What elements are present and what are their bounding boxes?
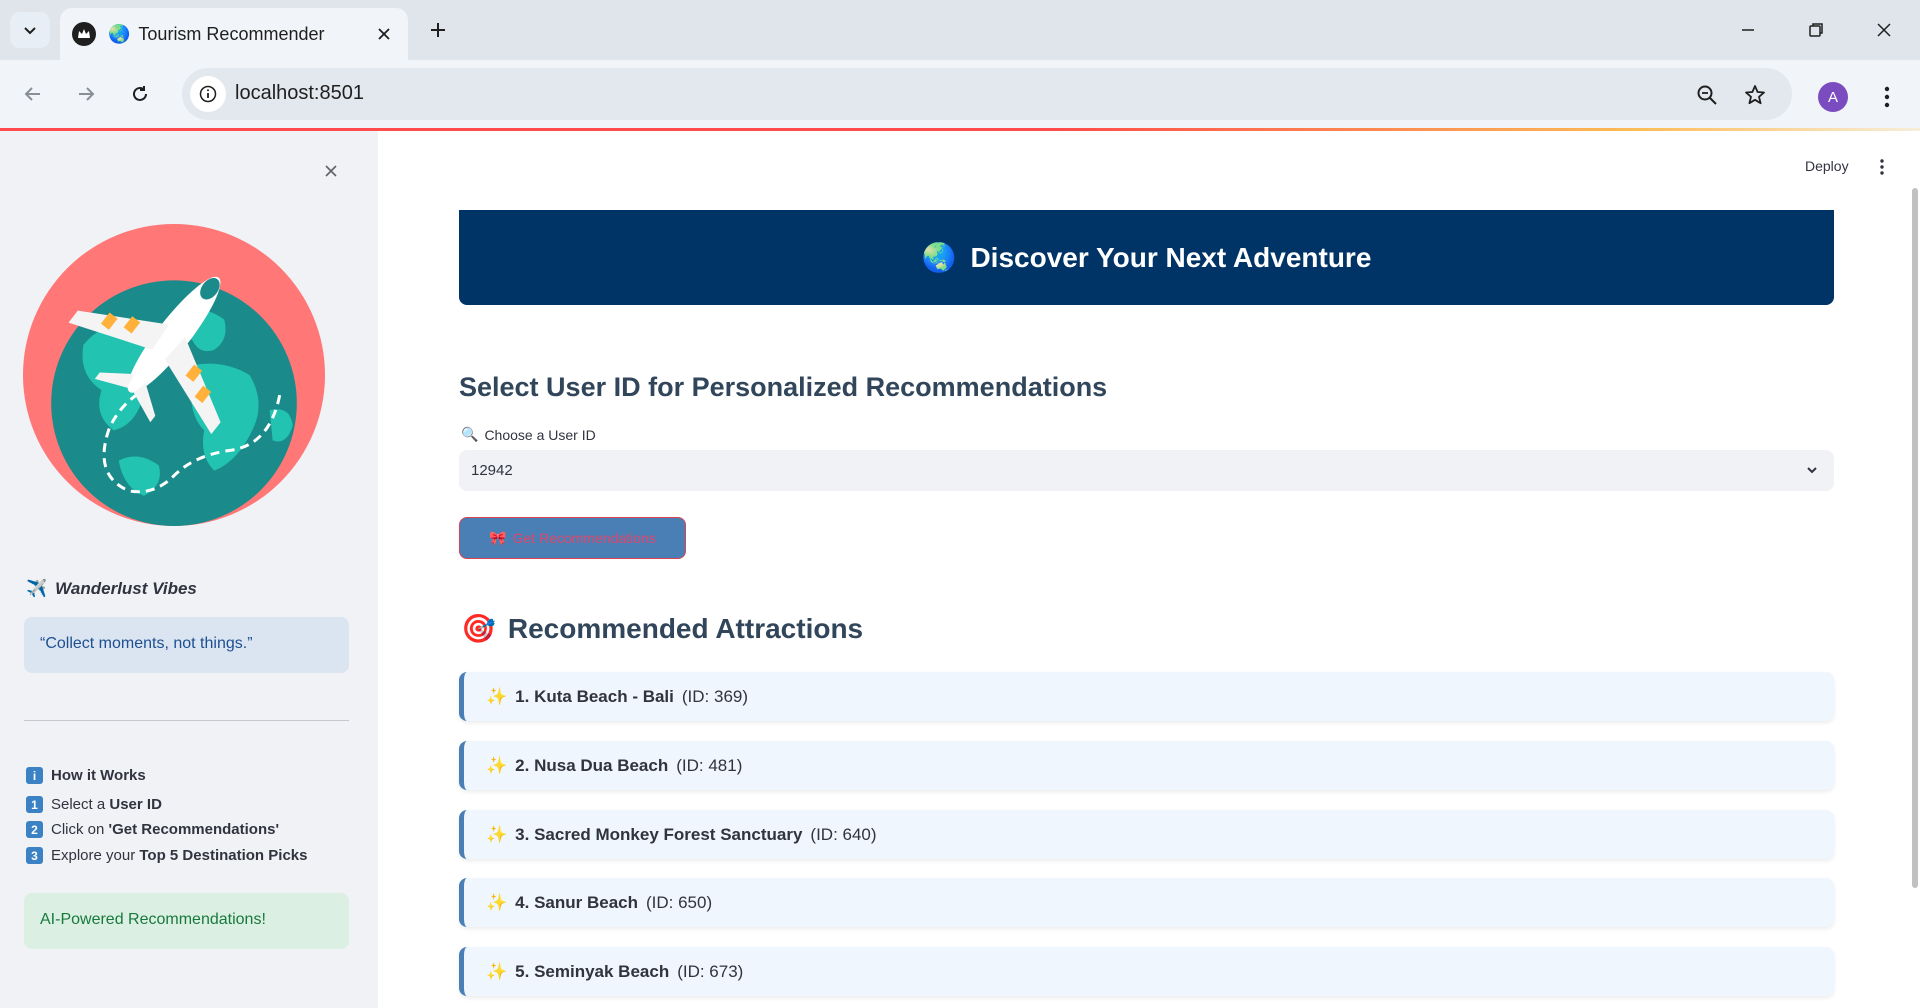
recommendation-card: ✨ 5. Seminyak Beach (ID: 673) xyxy=(459,947,1834,996)
ribbon-icon: 🎀 xyxy=(489,529,507,546)
page-scrollbar[interactable] xyxy=(1912,188,1918,888)
step-3: 3 Explore your Top 5 Destination Picks xyxy=(26,847,307,864)
ai-powered-note: AI-Powered Recommendations! xyxy=(24,893,349,949)
recommendation-name: 1. Kuta Beach - Bali xyxy=(515,686,674,706)
tab-title: Tourism Recommender xyxy=(138,23,325,44)
site-info-button[interactable] xyxy=(190,76,226,112)
get-recommendations-button[interactable]: 🎀 Get Recommendations xyxy=(459,517,686,559)
user-select-label-text: Choose a User ID xyxy=(484,426,596,443)
sidebar-close-button[interactable] xyxy=(316,156,346,186)
recommendation-id: (ID: 673) xyxy=(677,961,744,981)
get-recommendations-label: Get Recommendations xyxy=(512,530,656,546)
browser-menu-button[interactable] xyxy=(1872,80,1902,114)
recommended-heading-text: Recommended Attractions xyxy=(507,612,864,644)
minimize-icon xyxy=(1742,29,1754,31)
recommendation-card: ✨ 2. Nusa Dua Beach (ID: 481) xyxy=(459,741,1834,790)
recommendation-card: ✨ 1. Kuta Beach - Bali (ID: 369) xyxy=(459,672,1834,721)
keycap-2-icon: 2 xyxy=(26,821,43,838)
restore-icon xyxy=(1809,23,1823,37)
sparkles-icon: ✨ xyxy=(486,824,508,844)
minimize-button[interactable] xyxy=(1726,10,1770,50)
wanderlust-title: ✈️ Wanderlust Vibes xyxy=(26,579,197,599)
step-1: 1 Select a User ID xyxy=(26,796,162,813)
bookmark-button[interactable] xyxy=(1740,80,1770,110)
globe-airplane-illustration xyxy=(23,224,325,526)
wanderlust-title-text: Wanderlust Vibes xyxy=(55,579,197,598)
sidebar-divider xyxy=(24,720,349,721)
hero-banner: 🌏 Discover Your Next Adventure xyxy=(459,210,1834,305)
recommendation-id: (ID: 650) xyxy=(646,892,713,912)
info-icon: i xyxy=(26,767,43,784)
select-user-heading: Select User ID for Personalized Recommen… xyxy=(459,372,1108,402)
recommended-heading: 🎯 Recommended Attractions xyxy=(461,612,863,645)
recommendation-id: (ID: 481) xyxy=(676,755,743,775)
info-icon xyxy=(199,85,217,103)
airplane-icon: ✈️ xyxy=(26,579,48,598)
recommendation-name: 4. Sanur Beach xyxy=(515,892,638,912)
how-it-works-title: i How it Works xyxy=(26,767,146,784)
step-3-text: Explore your xyxy=(51,847,140,864)
globe-icon: 🌏 xyxy=(921,242,957,273)
user-id-selected-value: 12942 xyxy=(471,462,513,479)
address-bar[interactable]: localhost:8501 xyxy=(182,68,1792,120)
user-select-label: 🔍 Choose a User ID xyxy=(461,426,596,443)
recommendation-name: 2. Nusa Dua Beach xyxy=(515,755,669,775)
browser-tab-active[interactable]: 🌏 Tourism Recommender xyxy=(60,8,408,60)
step-3-bold: Top 5 Destination Picks xyxy=(139,847,308,864)
streamlit-crown-icon xyxy=(72,22,96,46)
close-icon xyxy=(325,165,337,177)
star-icon xyxy=(1745,85,1765,105)
tab-search-button[interactable] xyxy=(10,12,50,48)
keycap-3-icon: 3 xyxy=(26,847,43,864)
sidebar: ✈️ Wanderlust Vibes “Collect moments, no… xyxy=(0,131,378,1008)
sparkles-icon: ✨ xyxy=(486,686,508,706)
recommendation-name: 5. Seminyak Beach xyxy=(515,961,670,981)
close-icon xyxy=(1877,23,1891,37)
step-2-bold: 'Get Recommendations' xyxy=(108,821,280,838)
profile-avatar[interactable]: A xyxy=(1818,82,1848,112)
chevron-down-icon xyxy=(1802,460,1822,480)
sparkles-icon: ✨ xyxy=(486,755,508,775)
browser-toolbar: localhost:8501 A xyxy=(0,60,1920,128)
deploy-button[interactable]: Deploy xyxy=(1805,158,1849,174)
step-2: 2 Click on 'Get Recommendations' xyxy=(26,821,279,838)
close-tab-icon[interactable] xyxy=(370,20,398,48)
magnifier-icon: 🔍 xyxy=(461,426,479,442)
recommendation-card: ✨ 3. Sacred Monkey Forest Sanctuary (ID:… xyxy=(459,810,1834,859)
step-2-text: Click on xyxy=(51,821,109,838)
recommendation-card: ✨ 4. Sanur Beach (ID: 650) xyxy=(459,878,1834,927)
chevron-down-icon xyxy=(24,27,36,35)
target-icon: 🎯 xyxy=(461,613,496,644)
sparkles-icon: ✨ xyxy=(486,892,508,912)
restore-button[interactable] xyxy=(1794,10,1838,50)
reload-button[interactable] xyxy=(122,76,158,112)
url-text: localhost:8501 xyxy=(235,82,364,104)
user-id-select[interactable]: 12942 xyxy=(459,450,1834,491)
recommendation-name: 3. Sacred Monkey Forest Sanctuary xyxy=(515,824,803,844)
new-tab-button[interactable] xyxy=(420,14,456,46)
browser-tabstrip: 🌏 Tourism Recommender xyxy=(0,0,1920,60)
quote-box: “Collect moments, not things.” xyxy=(24,617,349,673)
how-it-works-text: How it Works xyxy=(51,767,146,784)
plus-icon xyxy=(431,23,445,37)
banner-title: Discover Your Next Adventure xyxy=(970,241,1372,273)
close-window-button[interactable] xyxy=(1862,10,1906,50)
more-vertical-icon xyxy=(1880,159,1884,175)
recommendation-id: (ID: 640) xyxy=(810,824,877,844)
keycap-1-icon: 1 xyxy=(26,796,43,813)
arrow-right-icon xyxy=(79,87,95,101)
step-1-text: Select a xyxy=(51,796,110,813)
step-1-bold: User ID xyxy=(109,796,162,813)
arrow-left-icon xyxy=(24,87,40,101)
back-button[interactable] xyxy=(15,76,51,112)
zoom-button[interactable] xyxy=(1692,80,1722,110)
forward-button[interactable] xyxy=(68,76,104,112)
sparkles-icon: ✨ xyxy=(486,961,508,981)
reload-icon xyxy=(133,86,147,101)
app-menu-button[interactable] xyxy=(1869,154,1895,180)
recommendation-id: (ID: 369) xyxy=(681,686,749,706)
zoom-out-icon xyxy=(1697,85,1717,105)
more-vertical-icon xyxy=(1884,86,1890,108)
globe-icon: 🌏 xyxy=(108,23,131,44)
